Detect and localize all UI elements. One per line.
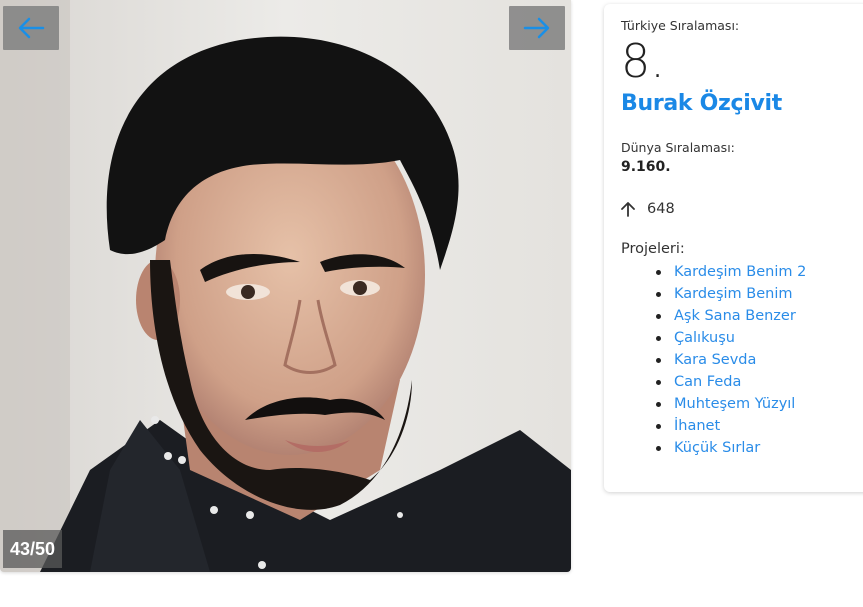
project-link[interactable]: İhanet xyxy=(674,418,720,434)
project-link[interactable]: Muhteşem Yüzyıl xyxy=(674,396,795,412)
world-rank-value: 9.160. xyxy=(621,159,671,175)
list-item: Kara Sevda xyxy=(656,349,863,371)
arrow-up-icon xyxy=(621,202,635,217)
list-item: Muhteşem Yüzyıl xyxy=(656,393,863,415)
arrow-left-icon xyxy=(18,17,45,39)
list-item: Aşk Sana Benzer xyxy=(656,305,863,327)
turkey-rank-label: Türkiye Sıralaması: xyxy=(621,18,740,33)
next-image-button[interactable] xyxy=(509,6,565,50)
project-link[interactable]: Küçük Sırlar xyxy=(674,440,760,456)
project-link[interactable]: Aşk Sana Benzer xyxy=(674,308,796,324)
actor-photo xyxy=(0,0,571,572)
list-item: Kardeşim Benim xyxy=(656,283,863,305)
project-link[interactable]: Çalıkuşu xyxy=(674,330,735,346)
projects-list: Kardeşim Benim 2 Kardeşim Benim Aşk Sana… xyxy=(621,261,863,459)
rank-trend: 648 xyxy=(621,201,863,217)
project-link[interactable]: Kardeşim Benim xyxy=(674,286,793,302)
arrow-right-icon xyxy=(523,17,550,39)
list-item: Küçük Sırlar xyxy=(656,437,863,459)
projects-label: Projeleri: xyxy=(621,241,685,257)
prev-image-button[interactable] xyxy=(3,6,59,50)
list-item: Can Feda xyxy=(656,371,863,393)
trend-value: 648 xyxy=(647,201,675,217)
list-item: Kardeşim Benim 2 xyxy=(656,261,863,283)
turkey-rank-value: 8. xyxy=(621,34,665,88)
list-item: İhanet xyxy=(656,415,863,437)
actor-name-link[interactable]: Burak Özçivit xyxy=(621,91,863,116)
profile-card: Türkiye Sıralaması: 8. Burak Özçivit Dün… xyxy=(604,4,863,492)
world-rank-label: Dünya Sıralaması: xyxy=(621,140,735,155)
project-link[interactable]: Can Feda xyxy=(674,374,741,390)
photo-card: 43/50 xyxy=(0,0,571,572)
project-link[interactable]: Kara Sevda xyxy=(674,352,756,368)
image-counter: 43/50 xyxy=(3,530,62,568)
project-link[interactable]: Kardeşim Benim 2 xyxy=(674,264,806,280)
list-item: Çalıkuşu xyxy=(656,327,863,349)
